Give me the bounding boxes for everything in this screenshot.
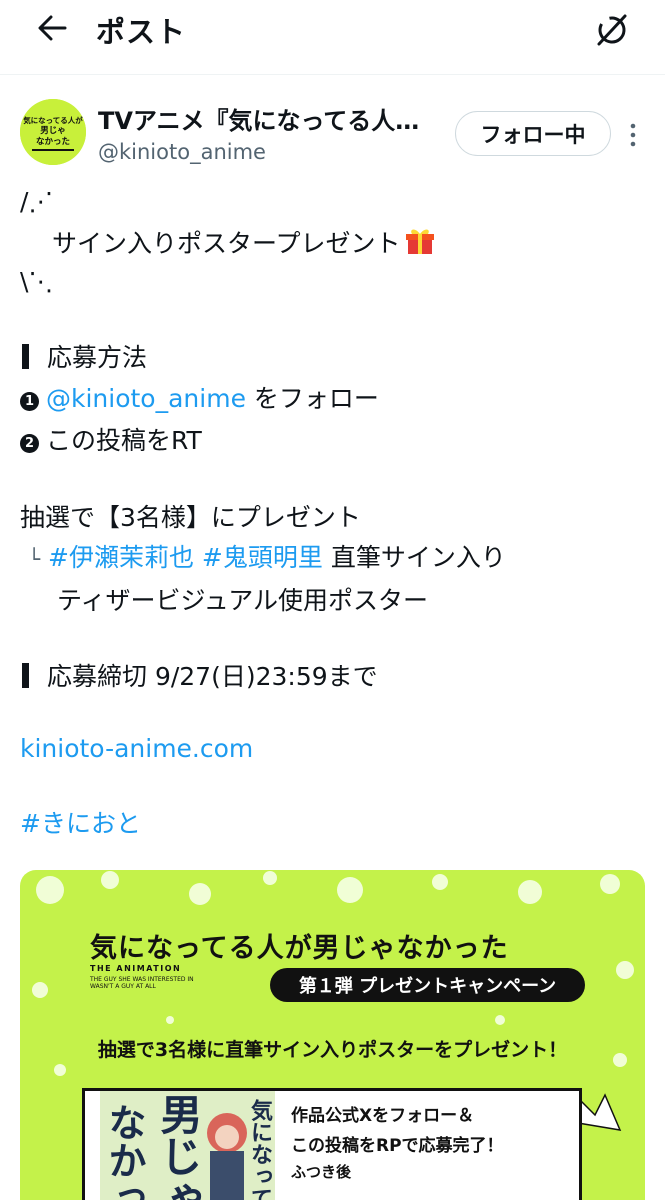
number-1-icon: 1 [20, 392, 39, 411]
branch-mark: └ [28, 547, 41, 571]
panel-line-1: 作品公式Xをフォロー＆ [291, 1106, 475, 1126]
image-panel: なかっ 男じゃ 気になって 作品公式Xをフォロー＆ この投稿をRPで応募完了！ … [82, 1088, 582, 1200]
poster-title-col3: 気になって [247, 1099, 272, 1200]
hashtag-link-2[interactable]: #鬼頭明里 [202, 543, 323, 572]
apply-section-heading: 応募方法 [20, 342, 147, 374]
poster-thumbnail: なかっ 男じゃ 気になって [100, 1091, 275, 1200]
prize-line-2: ティザービジュアル使用ポスター [57, 586, 429, 615]
hashtag-link-1[interactable]: #伊瀬茉莉也 [48, 543, 194, 572]
more-options-button[interactable] [624, 118, 642, 152]
deco-top: /⋰ [20, 187, 54, 216]
image-lottery-text: 抽選で3名様に直筆サイン入りポスターをプレゼント！ [97, 1039, 568, 1061]
page-title: ポスト [96, 15, 187, 49]
image-title: 気になってる人が男じゃなかった [90, 933, 509, 964]
heading-bar-icon [22, 344, 29, 369]
image-tagline: THE GUY SHE WAS INTERESTED IN WASN'T A G… [90, 976, 194, 990]
header-divider [0, 74, 665, 75]
panel-line-3: ふつき後 [291, 1163, 352, 1181]
author-display-name[interactable]: TVアニメ『気になってる人… [98, 101, 443, 136]
grok-button[interactable] [590, 8, 634, 52]
more-vertical-icon [630, 123, 636, 147]
top-bar: ポスト [0, 0, 665, 58]
grok-slash-icon [597, 14, 627, 46]
author-handle[interactable]: @kinioto_anime [98, 140, 266, 164]
svg-text:男じゃ: 男じゃ [40, 126, 66, 136]
deco-bottom: \⋱ [20, 267, 54, 296]
mention-link[interactable]: @kinioto_anime [46, 384, 246, 413]
lottery-text: 抽選で【3名様】にプレゼント [20, 503, 361, 532]
number-2-icon: 2 [20, 434, 39, 453]
heading-bar-icon [22, 663, 29, 688]
gift-icon [405, 226, 435, 264]
avatar[interactable]: 気になってる人が 男じゃ なかった [20, 99, 86, 165]
svg-text:気になってる人が: 気になってる人が [23, 115, 83, 125]
headline-line: サイン入りポスタープレゼント [52, 226, 435, 264]
step-1: 1 @kinioto_anime をフォロー [20, 383, 379, 415]
campaign-pill: 第１弾 プレゼントキャンペーン [270, 968, 585, 1002]
headline-text: サイン入りポスタープレゼント [52, 229, 401, 258]
svg-text:なかった: なかった [36, 136, 70, 147]
site-link[interactable]: kinioto-anime.com [20, 733, 253, 765]
avatar-logo-icon: 気になってる人が 男じゃ なかった [20, 99, 86, 165]
image-subtitle: THE ANIMATION [90, 964, 182, 973]
prize-line: └ #伊瀬茉莉也 #鬼頭明里 直筆サイン入り [28, 543, 506, 572]
step-2: 2 この投稿をRT [20, 425, 202, 457]
deadline-line: 応募締切 9/27(日)23:59まで [20, 661, 378, 693]
hashtag-link-kinioto[interactable]: #きにおと [20, 808, 141, 840]
poster-title-col1: なかっ [102, 1103, 146, 1200]
following-button[interactable]: フォロー中 [455, 111, 611, 156]
back-button[interactable] [30, 8, 74, 48]
arrow-left-icon [38, 15, 67, 41]
panel-line-2: この投稿をRPで応募完了！ [291, 1136, 504, 1156]
post-image[interactable]: 気になってる人が男じゃなかった THE ANIMATION THE GUY SH… [20, 870, 645, 1200]
